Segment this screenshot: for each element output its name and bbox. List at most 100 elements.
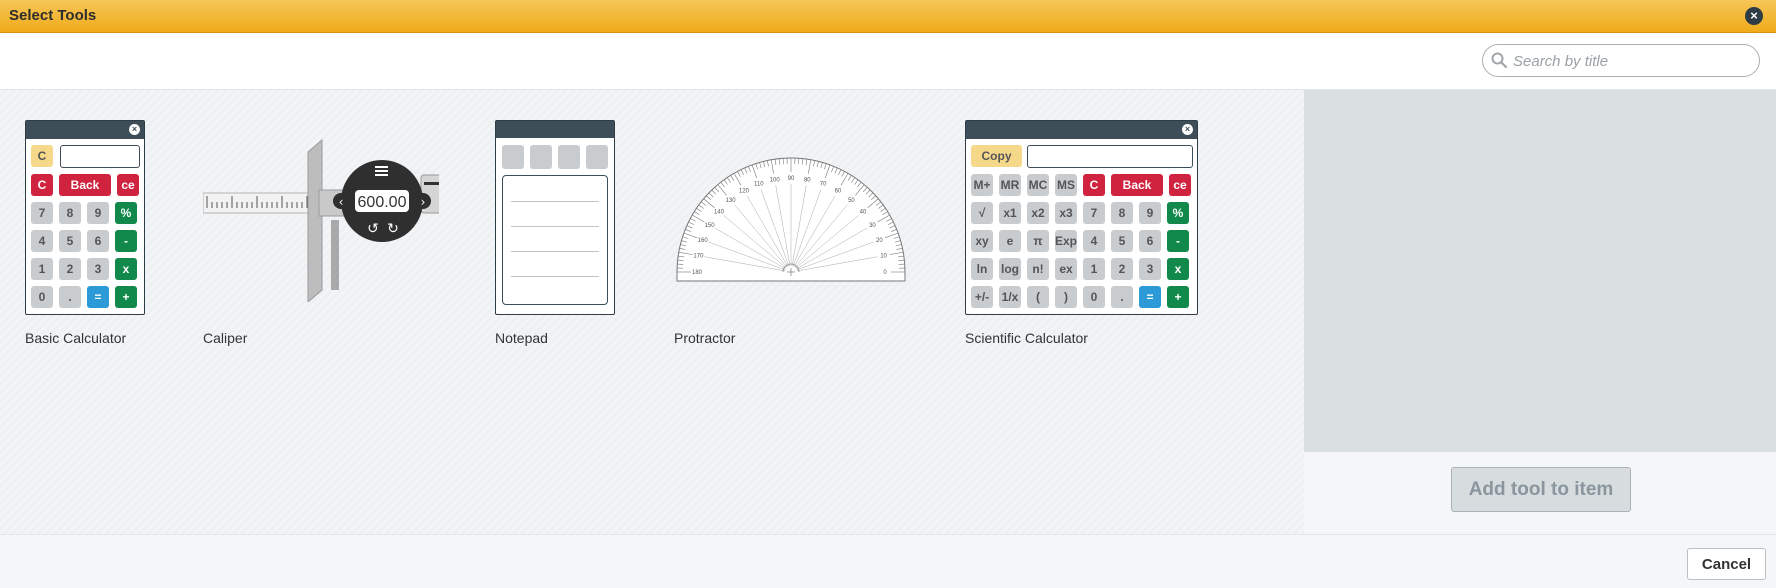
calc-key: Exp <box>1055 230 1077 252</box>
calc-key: 2 <box>1111 258 1133 280</box>
tool-label: Caliper <box>203 330 248 346</box>
calc-key: x <box>1167 258 1189 280</box>
calc-key: x <box>115 258 137 280</box>
calc-key: 2 <box>59 258 81 280</box>
calc-key: x2 <box>1027 202 1049 224</box>
notepad-thumbnail <box>495 120 615 315</box>
calc-key: 8 <box>1111 202 1133 224</box>
tool-label: Notepad <box>495 330 548 346</box>
tool-label: Scientific Calculator <box>965 330 1088 346</box>
calc-key: ce <box>1169 174 1191 196</box>
protractor-tick-label: 60 <box>835 189 842 195</box>
close-icon[interactable]: × <box>1745 7 1763 25</box>
protractor-tick-label: 30 <box>869 223 876 229</box>
search-input[interactable] <box>1513 50 1753 72</box>
calc-key: xy <box>971 230 993 252</box>
tool-basic-calculator[interactable]: × C C Back ce 7 8 9% 4 5 6- 1 2 3 x 0. = + Basic Calcul… <box>25 120 150 350</box>
add-tool-button[interactable]: Add tool to item <box>1451 467 1631 512</box>
dialog-titlebar: Select Tools × <box>0 0 1776 33</box>
tool-caliper[interactable]: 600.00 ‹ › ↺ ↻ Caliper <box>203 120 443 350</box>
calc-key: % <box>115 202 137 224</box>
tool-scientific-calculator[interactable]: × Copy M+ MR MC MS C Back ce √ x1 x2 x3 7 8 9% xy e π Exp… <box>965 120 1205 350</box>
calc-key: . <box>1111 286 1133 308</box>
calc-key: 5 <box>59 230 81 252</box>
calc-key: ex <box>1055 258 1077 280</box>
protractor-tick-label: 70 <box>820 182 827 188</box>
caliper-readout: 600.00 <box>358 194 407 211</box>
tool-gallery: × C C Back ce 7 8 9% 4 5 6-1 2 3 x 0. = + Basic Calcul… <box>0 90 1304 534</box>
scientific-calculator-thumbnail: × Copy M+ MR MC MS C Back ce √ x1 x2 x3 7 8 9% xy e π Exp… <box>965 120 1198 315</box>
calc-key: ln <box>971 258 993 280</box>
calc-key: log <box>999 258 1021 280</box>
close-icon: × <box>129 124 140 135</box>
calc-key: n! <box>1027 258 1049 280</box>
calc-key: + <box>1167 286 1189 308</box>
protractor-tick-label: 130 <box>726 198 737 204</box>
notepad-button <box>530 145 552 169</box>
tool-notepad[interactable]: Notepad <box>495 120 620 350</box>
basic-calculator-thumbnail: × C C Back ce 7 8 9% 4 5 6- 1 2 3 x 0. = + <box>25 120 145 315</box>
cancel-button[interactable]: Cancel <box>1687 548 1766 580</box>
calc-key: C <box>1083 174 1105 196</box>
calc-key: = <box>1139 286 1161 308</box>
calc-key: 0 <box>31 286 53 308</box>
calc-key: 1/x <box>999 286 1021 308</box>
tool-preview-pane <box>1304 90 1776 452</box>
calc-key: = <box>87 286 109 308</box>
calculator-header: × <box>26 121 144 139</box>
protractor-tick-label: 20 <box>876 238 883 244</box>
calc-key: Copy <box>971 145 1022 167</box>
calc-key: π <box>1027 230 1049 252</box>
protractor-tick-label: 40 <box>860 210 867 216</box>
calc-key: 7 <box>31 202 53 224</box>
notepad-header <box>496 121 614 138</box>
calc-key: ) <box>1055 286 1077 308</box>
calc-key: ce <box>117 174 139 196</box>
search-box[interactable] <box>1482 44 1760 77</box>
tool-protractor[interactable]: 0 10 20 30 40 50 60 70 80 90 100 110 120 130 140 150 160… <box>674 120 914 350</box>
tool-label: Basic Calculator <box>25 330 127 346</box>
protractor-tick-label: 160 <box>698 238 709 244</box>
calc-key: 5 <box>1111 230 1133 252</box>
protractor-tick-label: 80 <box>804 177 811 183</box>
close-icon: × <box>1182 124 1193 135</box>
protractor-tick-label: 90 <box>788 176 795 182</box>
calc-key: MC <box>1027 174 1049 196</box>
dialog-title: Select Tools <box>9 7 97 24</box>
svg-text:›: › <box>421 195 426 209</box>
calc-key: 3 <box>87 258 109 280</box>
calc-key: 8 <box>59 202 81 224</box>
calc-key: 4 <box>1083 230 1105 252</box>
calc-key: 3 <box>1139 258 1161 280</box>
search-toolbar <box>0 33 1776 90</box>
calc-key: x1 <box>999 202 1021 224</box>
calc-key: . <box>59 286 81 308</box>
protractor-tick-label: 170 <box>693 254 704 260</box>
calc-key: Back <box>59 174 111 196</box>
calc-key: + <box>115 286 137 308</box>
search-icon <box>1491 52 1507 68</box>
calc-key: e <box>999 230 1021 252</box>
calc-key: % <box>1167 202 1189 224</box>
protractor-tick-label: 140 <box>714 210 725 216</box>
calc-key: 1 <box>1083 258 1105 280</box>
protractor-tick-label: 50 <box>848 198 855 204</box>
calc-key: 4 <box>31 230 53 252</box>
calc-key: 9 <box>1139 202 1161 224</box>
protractor-tick-label: 10 <box>880 254 887 260</box>
svg-text:‹: ‹ <box>339 195 344 209</box>
dialog-footer: Cancel <box>0 534 1776 588</box>
calc-key: x3 <box>1055 202 1077 224</box>
protractor-thumbnail: 0102030405060708090100110120130140150160… <box>676 157 906 282</box>
calc-key: 0 <box>1083 286 1105 308</box>
svg-text:↻: ↻ <box>387 221 399 237</box>
protractor-tick-label: 100 <box>770 177 781 183</box>
calc-key: - <box>1167 230 1189 252</box>
calc-key: - <box>115 230 137 252</box>
calc-key: 6 <box>1139 230 1161 252</box>
calc-key: C <box>31 145 53 167</box>
protractor-tick-label: 120 <box>739 189 750 195</box>
calc-key: +/- <box>971 286 993 308</box>
calculator-header: × <box>966 121 1197 139</box>
calc-key: MS <box>1055 174 1077 196</box>
